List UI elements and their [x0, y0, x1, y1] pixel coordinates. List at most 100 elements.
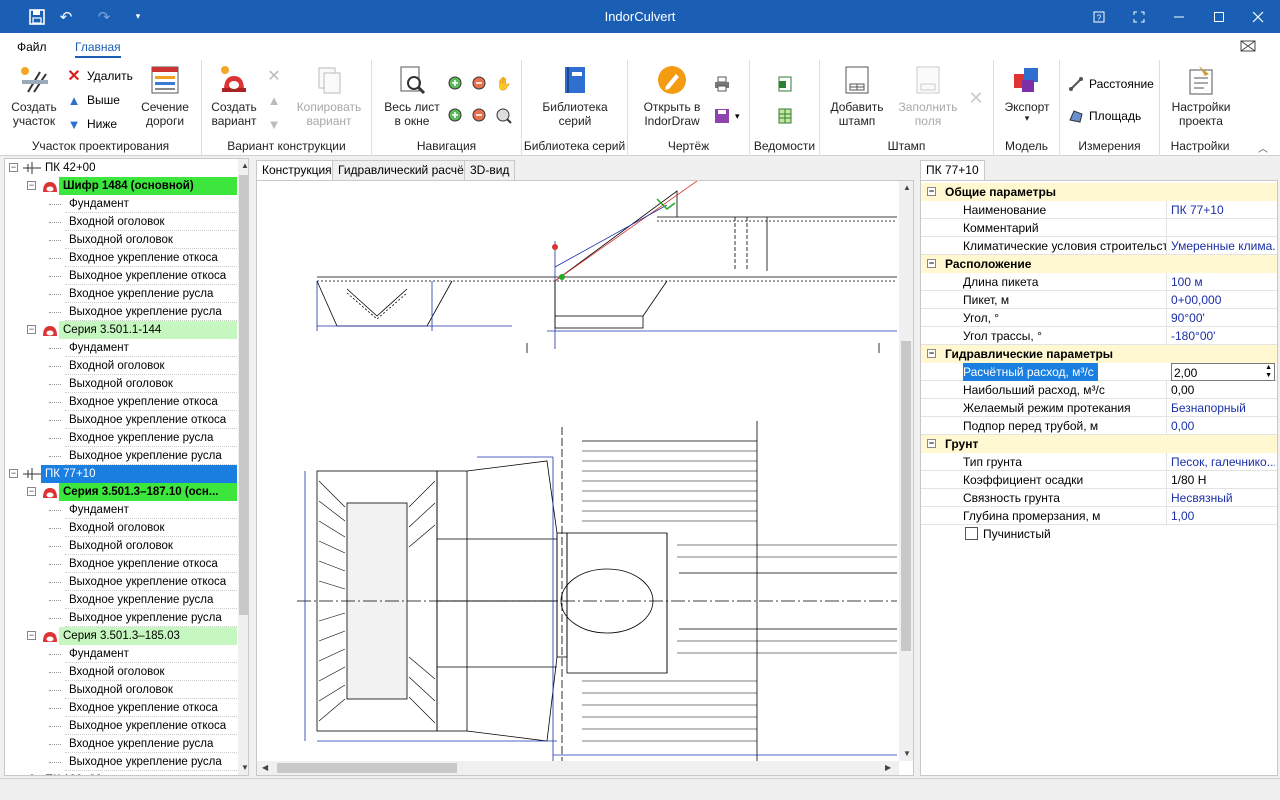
tree-item-element[interactable]: Входное укрепление русла — [5, 591, 237, 609]
property-value[interactable]: 2,00 ▲ ▼ — [1171, 363, 1275, 381]
help-icon[interactable]: ? — [1079, 0, 1119, 33]
move-up-button[interactable]: ▲ Выше — [66, 90, 120, 110]
collapse-toggle-icon[interactable]: − — [27, 325, 36, 334]
property-row[interactable]: Глубина промерзания, м 1,00 — [921, 507, 1277, 525]
property-value[interactable]: Несвязный — [1171, 489, 1275, 507]
whole-sheet-button[interactable]: Весь лист в окне — [380, 64, 444, 128]
tree-item-element[interactable]: Выходное укрепление русла — [5, 447, 237, 465]
copy-variant-button[interactable]: Копировать вариант — [292, 64, 366, 128]
delete-stamp-button[interactable]: ✕ — [968, 88, 989, 108]
delete-button[interactable]: ✕ Удалить — [66, 66, 133, 86]
collapse-toggle-icon[interactable]: − — [9, 469, 18, 478]
tab-file[interactable]: Файл — [17, 40, 47, 54]
zoom-in-button[interactable] — [448, 74, 469, 94]
tree-item-element[interactable]: Входное укрепление русла — [5, 429, 237, 447]
property-row[interactable]: Тип грунта Песок, галечнико... — [921, 453, 1277, 471]
tree-item-element[interactable]: Выходное укрепление откоса — [5, 411, 237, 429]
property-row[interactable]: Расчётный расход, м³/с 2,00 ▲ ▼ — [921, 363, 1277, 381]
tree-item-element[interactable]: Выходной оголовок — [5, 681, 237, 699]
add-stamp-button[interactable]: Добавить штамп — [826, 64, 888, 128]
mail-icon[interactable] — [1240, 39, 1256, 56]
property-category[interactable]: − Гидравлические параметры — [921, 345, 1277, 363]
tree-item-element[interactable]: Выходной оголовок — [5, 375, 237, 393]
tree-item-element[interactable]: Фундамент — [5, 339, 237, 357]
minimize-icon[interactable] — [1159, 0, 1199, 33]
property-category[interactable]: − Общие параметры — [921, 183, 1277, 201]
collapse-toggle-icon[interactable]: − — [27, 631, 36, 640]
tree-item-element[interactable]: Выходное укрепление русла — [5, 609, 237, 627]
property-value[interactable]: 1,00 — [1171, 507, 1275, 525]
drawing-hscroll-thumb[interactable] — [277, 763, 457, 773]
property-row[interactable]: Пучинистый — [921, 525, 1277, 543]
drawing-scroll-left-icon[interactable]: ◀ — [262, 763, 268, 772]
print-button[interactable] — [714, 74, 735, 94]
property-value[interactable]: 90°00' — [1171, 309, 1275, 327]
property-row[interactable]: Наименование ПК 77+10 — [921, 201, 1277, 219]
drawing-scroll-down-icon[interactable]: ▼ — [903, 749, 911, 758]
fullscreen-icon[interactable] — [1119, 0, 1159, 33]
drawing-canvas[interactable]: ▲ ▼ ◀ ▶ — [256, 180, 914, 776]
delete-variant-button[interactable]: ✕ — [266, 66, 287, 86]
close-icon[interactable] — [1238, 0, 1278, 33]
variant-down-button[interactable]: ▼ — [266, 114, 287, 134]
road-section-button[interactable]: Сечение дороги — [138, 64, 192, 128]
collapse-toggle-icon[interactable]: − — [927, 259, 936, 268]
zoom-fit-button[interactable] — [496, 106, 517, 126]
tree-item-element[interactable]: Выходное укрепление откоса — [5, 267, 237, 285]
tree-scrollbar[interactable]: ▲ ▼ — [238, 159, 248, 775]
tab-center-1[interactable]: Гидравлический расчёт — [332, 160, 476, 180]
tree-item-variant[interactable]: − Серия 3.501.3–185.03 — [5, 627, 237, 645]
open-indordraw-button[interactable]: Открыть в IndorDraw — [636, 64, 708, 128]
property-row[interactable]: Наибольший расход, м³/с 0,00 — [921, 381, 1277, 399]
spinner-icon[interactable]: ▲ ▼ — [1265, 364, 1272, 380]
maximize-icon[interactable] — [1199, 0, 1239, 33]
export-button[interactable]: Экспорт ▾ — [1000, 64, 1054, 123]
drawing-vscroll-thumb[interactable] — [901, 341, 911, 651]
pan-button[interactable]: ✋ — [496, 74, 517, 94]
tab-center-0[interactable]: Конструкция — [256, 160, 338, 181]
property-value[interactable] — [1171, 219, 1275, 237]
tree-item-variant[interactable]: − Серия 3.501.1-144 — [5, 321, 237, 339]
tree-item-variant[interactable]: − Серия 3.501.3–187.10 (осн... — [5, 483, 237, 501]
tree-item-station[interactable]: − ПК 100+00 — [5, 771, 237, 776]
property-row[interactable]: Коэффициент осадки 1/80 Н — [921, 471, 1277, 489]
property-value[interactable]: Песок, галечнико... — [1171, 453, 1275, 471]
tree-scroll-thumb[interactable] — [239, 175, 248, 615]
drawing-scroll-up-icon[interactable]: ▲ — [903, 183, 911, 192]
collapse-ribbon-icon[interactable]: ︿ — [1258, 140, 1268, 155]
property-row[interactable]: Пикет, м 0+00,000 — [921, 291, 1277, 309]
property-value[interactable]: -180°00' — [1171, 327, 1275, 345]
tree-item-element[interactable]: Выходное укрепление откоса — [5, 717, 237, 735]
collapse-toggle-icon[interactable]: − — [11, 775, 16, 776]
property-row[interactable]: Угол трассы, ° -180°00' — [921, 327, 1277, 345]
property-row[interactable]: Климатические условия строительства Умере… — [921, 237, 1277, 255]
tree-item-element[interactable]: Входное укрепление русла — [5, 735, 237, 753]
property-row[interactable]: Подпор перед трубой, м 0,00 — [921, 417, 1277, 435]
fill-fields-button[interactable]: Заполнить поля — [894, 64, 962, 128]
property-value[interactable]: 100 м — [1171, 273, 1275, 291]
drawing-hscrollbar[interactable]: ◀ ▶ — [257, 761, 899, 775]
collapse-toggle-icon[interactable]: − — [927, 439, 936, 448]
tree-item-element[interactable]: Входной оголовок — [5, 663, 237, 681]
variant-up-button[interactable]: ▲ — [266, 90, 287, 110]
tree-item-element[interactable]: Выходное укрепление русла — [5, 303, 237, 321]
project-settings-button[interactable]: Настройки проекта — [1166, 64, 1236, 128]
statement-excel-button[interactable] — [777, 74, 798, 94]
property-value[interactable]: ПК 77+10 — [1171, 201, 1275, 219]
property-row[interactable]: Угол, ° 90°00' — [921, 309, 1277, 327]
scroll-up-icon[interactable]: ▲ — [241, 161, 248, 170]
distance-button[interactable]: Расстояние — [1068, 74, 1154, 94]
zoom-region-out-button[interactable] — [472, 106, 493, 126]
drawing-scroll-right-icon[interactable]: ▶ — [885, 763, 891, 772]
property-category[interactable]: − Грунт — [921, 435, 1277, 453]
property-value[interactable]: 0+00,000 — [1171, 291, 1275, 309]
collapse-toggle-icon[interactable]: − — [27, 487, 36, 496]
tree-item-station[interactable]: − ПК 42+00 — [5, 159, 237, 177]
collapse-toggle-icon[interactable]: − — [927, 349, 936, 358]
tab-properties[interactable]: ПК 77+10 — [920, 160, 985, 181]
scroll-down-icon[interactable]: ▼ — [241, 763, 248, 772]
move-down-button[interactable]: ▼ Ниже — [66, 114, 118, 134]
tree-item-element[interactable]: Фундамент — [5, 645, 237, 663]
collapse-toggle-icon[interactable]: − — [27, 181, 36, 190]
tree-item-variant[interactable]: − Шифр 1484 (основной) — [5, 177, 237, 195]
